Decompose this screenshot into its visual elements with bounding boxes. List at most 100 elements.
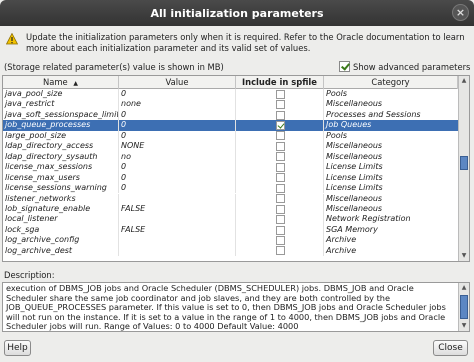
table-row[interactable]: license_sessions_warning 0 License Limits [3, 183, 458, 194]
include-in-spfile-checkbox[interactable] [276, 152, 285, 162]
include-in-spfile-checkbox[interactable] [276, 194, 285, 204]
include-cell [236, 214, 324, 225]
warning-message: Update the initialization parameters onl… [4, 32, 470, 56]
table-row[interactable]: ldap_directory_access NONE Miscellaneous [3, 141, 458, 152]
warning-icon [6, 33, 18, 45]
table-row[interactable]: java_soft_sessionspace_limit 0 Processes a… [3, 109, 458, 121]
include-cell [236, 120, 324, 131]
include-in-spfile-checkbox[interactable] [276, 121, 285, 131]
param-value-cell[interactable]: 0 [119, 172, 236, 183]
include-in-spfile-checkbox[interactable] [276, 225, 285, 235]
table-scrollbar[interactable]: ▲ ▼ [458, 76, 469, 261]
include-cell [236, 172, 324, 183]
close-button[interactable]: Close [433, 340, 468, 356]
table-row[interactable]: lob_signature_enable FALSE Miscellaneous [3, 203, 458, 215]
show-advanced-check-icon[interactable] [339, 61, 350, 72]
include-cell [236, 141, 324, 152]
include-in-spfile-checkbox[interactable] [276, 162, 285, 172]
param-name-cell: large_pool_size [3, 130, 119, 142]
param-category-cell: Miscellaneous [326, 203, 383, 213]
param-value-cell[interactable]: none [119, 99, 236, 110]
param-value-cell[interactable]: NONE [119, 141, 236, 152]
param-value-cell[interactable]: 0 [119, 109, 236, 121]
include-in-spfile-checkbox[interactable] [276, 110, 285, 120]
table-row[interactable]: job_queue_processes 0 Job Queues [3, 120, 458, 131]
param-value-cell[interactable]: 0 [119, 89, 236, 100]
desc-scroll-up-icon[interactable]: ▲ [459, 283, 469, 293]
param-category-cell: Processes and Sessions [326, 109, 421, 119]
param-value-cell[interactable] [119, 214, 236, 225]
param-category-cell: Pools [326, 89, 348, 98]
param-category-cell: Miscellaneous [326, 99, 383, 109]
param-name-cell: java_restrict [3, 99, 119, 110]
table-row[interactable]: java_pool_size 0 Pools [3, 89, 458, 100]
param-category-cell: Miscellaneous [326, 193, 383, 203]
include-in-spfile-checkbox[interactable] [276, 141, 285, 151]
param-name-cell: java_pool_size [3, 89, 119, 100]
param-value-cell[interactable]: 0 [119, 183, 236, 194]
param-value-cell[interactable] [119, 235, 236, 246]
param-value-cell[interactable]: FALSE [119, 203, 236, 215]
include-in-spfile-checkbox[interactable] [276, 215, 285, 225]
include-in-spfile-checkbox[interactable] [276, 100, 285, 110]
include-cell [236, 193, 324, 204]
table-row[interactable]: large_pool_size 0 Pools [3, 130, 458, 142]
window-close-button[interactable]: × [452, 4, 469, 21]
param-value-cell[interactable]: FALSE [119, 224, 236, 236]
scroll-down-icon[interactable]: ▼ [459, 251, 469, 261]
param-value-cell[interactable]: 0 [119, 130, 236, 142]
include-cell [236, 130, 324, 142]
include-in-spfile-checkbox[interactable] [276, 89, 285, 99]
table-header: Name ▲ Value Include in spfile Category [3, 76, 458, 89]
param-name-cell: lock_sga [3, 224, 119, 236]
include-cell [236, 151, 324, 163]
param-value-cell[interactable]: 0 [119, 120, 236, 131]
scroll-up-icon[interactable]: ▲ [459, 76, 469, 86]
description-scrollbar[interactable]: ▲ ▼ [458, 283, 469, 331]
scroll-thumb[interactable] [460, 156, 468, 170]
column-header-name[interactable]: Name ▲ [3, 76, 119, 89]
desc-scroll-down-icon[interactable]: ▼ [459, 321, 469, 331]
description-text: execution of DBMS_JOB jobs and Oracle Sc… [6, 283, 446, 332]
table-row[interactable]: ldap_directory_sysauth no Miscellaneous [3, 151, 458, 163]
title-bar: All initialization parameters × [0, 0, 474, 26]
column-header-include[interactable]: Include in spfile [236, 76, 324, 89]
column-header-category[interactable]: Category [324, 76, 458, 89]
include-cell [236, 183, 324, 194]
include-cell [236, 89, 324, 100]
param-name-cell: log_archive_dest [3, 245, 119, 257]
include-cell [236, 245, 324, 257]
show-advanced-checkbox[interactable]: Show advanced parameters [339, 61, 470, 72]
table-row[interactable]: java_restrict none Miscellaneous [3, 99, 458, 110]
param-value-cell[interactable]: 0 [119, 162, 236, 173]
include-in-spfile-checkbox[interactable] [276, 183, 285, 193]
include-in-spfile-checkbox[interactable] [276, 246, 285, 256]
include-in-spfile-checkbox[interactable] [276, 173, 285, 183]
param-name-cell: license_max_users [3, 172, 119, 183]
table-row[interactable]: local_listener Network Registration [3, 214, 458, 225]
param-name-cell: local_listener [3, 214, 119, 225]
column-header-value[interactable]: Value [119, 76, 236, 89]
param-name-cell: java_soft_sessionspace_limit [5, 109, 119, 121]
param-category-cell: Miscellaneous [326, 151, 383, 161]
param-name-cell: listener_networks [3, 193, 119, 204]
table-row[interactable]: license_max_sessions 0 License Limits [3, 162, 458, 173]
param-name-cell: job_queue_processes [3, 120, 119, 131]
description-area[interactable]: execution of DBMS_JOB jobs and Oracle Sc… [2, 282, 470, 332]
table-row[interactable]: lock_sga FALSE SGA Memory [3, 224, 458, 236]
include-in-spfile-checkbox[interactable] [276, 204, 285, 214]
table-row[interactable]: log_archive_config Archive [3, 235, 458, 246]
sort-ascending-icon: ▲ [73, 80, 78, 87]
param-value-cell[interactable]: no [119, 151, 236, 163]
include-in-spfile-checkbox[interactable] [276, 131, 285, 141]
include-in-spfile-checkbox[interactable] [276, 235, 285, 245]
desc-scroll-thumb[interactable] [460, 295, 468, 319]
table-row[interactable]: listener_networks Miscellaneous [3, 193, 458, 204]
param-value-cell[interactable] [119, 193, 236, 204]
description-label: Description: [4, 270, 55, 280]
table-row[interactable]: license_max_users 0 License Limits [3, 172, 458, 183]
table-row[interactable]: log_archive_dest Archive [3, 245, 458, 257]
help-button[interactable]: Help [4, 340, 31, 356]
storage-note: (Storage related parameter(s) value is s… [4, 62, 224, 72]
param-value-cell[interactable] [119, 245, 236, 257]
